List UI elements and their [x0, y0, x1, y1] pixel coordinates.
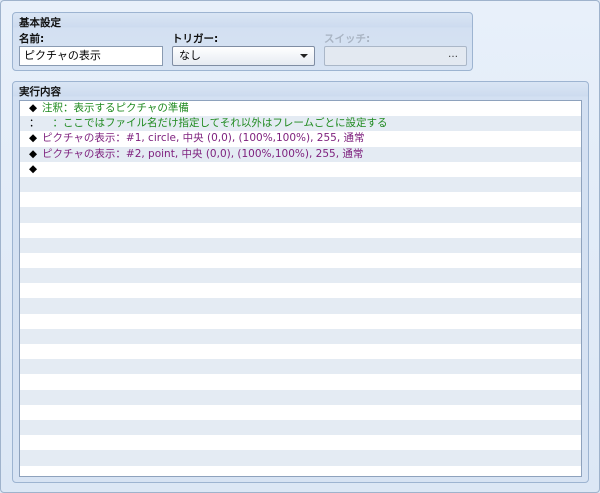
switch-label: スイッチ: [324, 33, 371, 45]
command-marker-icon: ◆ [29, 102, 38, 114]
empty-command-row[interactable] [20, 298, 581, 314]
ellipsis-icon: … [448, 49, 458, 60]
trigger-select-value: なし [179, 49, 201, 62]
command-marker-icon: ◆ [29, 162, 38, 175]
execution-content-title: 実行内容 [19, 86, 61, 98]
command-marker-icon: ◆ [29, 132, 38, 145]
name-label: 名前: [19, 33, 45, 45]
empty-command-row[interactable] [20, 450, 581, 466]
command-row[interactable]: ◆ ピクチャの表示：#2, point, 中央 (0,0), (100%,100%… [20, 146, 581, 162]
empty-command-row[interactable] [20, 328, 581, 344]
empty-command-row[interactable] [20, 283, 581, 299]
empty-command-row[interactable] [20, 359, 581, 375]
basic-settings-panel: 基本設定 名前: ピクチャの表示 トリガー: なし スイッチ: … [12, 12, 473, 71]
command-marker-icon: ◆ [29, 147, 38, 160]
execution-content-panel: 実行内容 ◆ 注釈：表示するピクチャの準備： ：ここではファイル名だけ指定してそれ… [12, 81, 589, 483]
empty-command-row[interactable] [20, 419, 581, 436]
trigger-select[interactable]: なし [172, 46, 315, 66]
command-text: 注釈：表示するピクチャの準備 [42, 102, 189, 114]
empty-command-row[interactable] [20, 268, 581, 284]
continuation-marker: ： [29, 117, 40, 130]
empty-command-row[interactable] [20, 222, 581, 238]
empty-command-row[interactable] [20, 465, 581, 476]
empty-command-row[interactable] [20, 192, 581, 208]
empty-command-row[interactable] [20, 313, 581, 329]
empty-command-row[interactable] [20, 344, 581, 360]
command-list[interactable]: ◆ 注釈：表示するピクチャの準備： ：ここではファイル名だけ指定してそれ以外はフレ… [19, 100, 582, 477]
empty-command-row[interactable] [20, 389, 581, 405]
basic-settings-title: 基本設定 [19, 17, 61, 29]
empty-command-row[interactable] [20, 237, 581, 253]
switch-select-button[interactable]: … [324, 46, 467, 66]
name-input[interactable]: ピクチャの表示 [19, 46, 163, 66]
command-text: ピクチャの表示：#2, point, 中央 (0,0), (100%,100%)… [42, 147, 364, 160]
empty-command-row[interactable] [20, 252, 581, 269]
empty-command-row[interactable] [20, 435, 581, 451]
command-row[interactable]: ◆ [20, 161, 581, 177]
command-row[interactable]: ◆ ピクチャの表示：#1, circle, 中央 (0,0), (100%,100… [20, 131, 581, 147]
command-text: ：ここではファイル名だけ指定してそれ以外はフレームごとに設定する [42, 117, 388, 130]
command-row[interactable]: ◆ 注釈：表示するピクチャの準備 [20, 101, 581, 117]
command-text: ピクチャの表示：#1, circle, 中央 (0,0), (100%,100%… [42, 132, 365, 145]
empty-command-row[interactable] [20, 374, 581, 390]
empty-command-row[interactable] [20, 404, 581, 420]
trigger-label: トリガー: [172, 33, 219, 45]
empty-command-row[interactable] [20, 176, 581, 193]
empty-command-row[interactable] [20, 207, 581, 223]
command-row[interactable]: ： ：ここではファイル名だけ指定してそれ以外はフレームごとに設定する [20, 116, 581, 132]
chevron-down-icon [300, 54, 308, 58]
event-editor-window: 基本設定 名前: ピクチャの表示 トリガー: なし スイッチ: … 実行内容 ◆… [0, 0, 600, 493]
